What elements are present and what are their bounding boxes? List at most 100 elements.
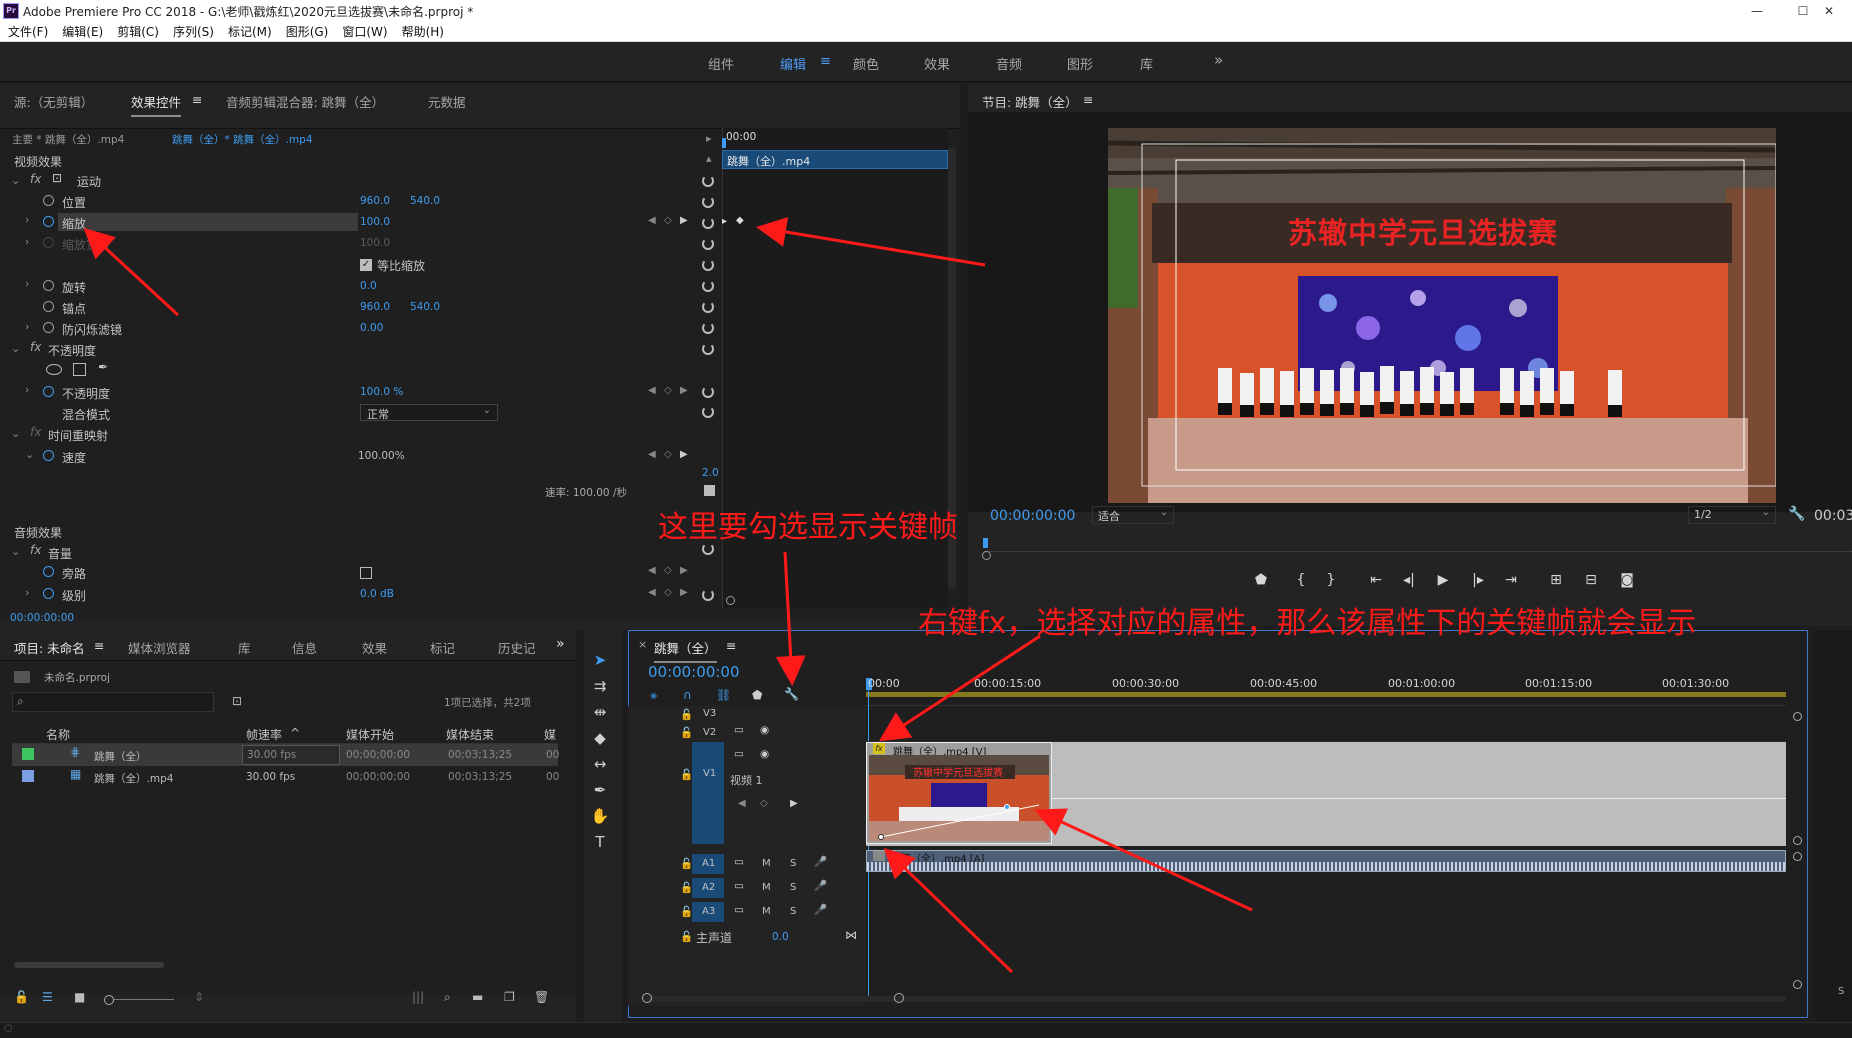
track-select-tool-icon[interactable]: ⇉ (590, 676, 610, 696)
scale-reset-icon[interactable] (702, 217, 714, 229)
scale-stopwatch-icon[interactable] (43, 216, 54, 227)
anchor-x-value[interactable]: 960.0 (360, 301, 390, 313)
video-frame[interactable]: 苏辙中学元旦选拔赛 (1108, 128, 1776, 503)
workspace-menu-icon[interactable]: ≡ (820, 54, 831, 69)
tab-media-browser[interactable]: 媒体浏览器 (128, 638, 191, 657)
uniform-scale-checkbox[interactable]: ✓ (360, 259, 372, 271)
rectangle-mask-icon[interactable] (73, 363, 86, 376)
blend-mode-reset-icon[interactable] (702, 406, 714, 418)
new-bin-icon[interactable]: ▬ (472, 990, 483, 1004)
step-forward-icon[interactable]: |▸ (1467, 572, 1489, 588)
clip-path-sequence[interactable]: 跳舞（全）* 跳舞（全）.mp4 (172, 132, 313, 147)
scroll-up-arrow-icon[interactable]: ▴ (706, 152, 712, 165)
audio-clip-fx-badge[interactable] (873, 851, 885, 861)
tab-project[interactable]: 项目: 未命名 (14, 638, 85, 663)
toggle-sync-lock-icon[interactable]: ▭ (734, 856, 744, 868)
ec-zoom-handle[interactable] (726, 596, 735, 605)
tab-info[interactable]: 信息 (292, 638, 317, 657)
a-scroll-handle-bottom[interactable] (1793, 980, 1802, 989)
program-zoom-handle[interactable] (982, 551, 991, 560)
lock-icon[interactable]: 🔓 (680, 726, 693, 739)
new-item-icon[interactable]: ❐ (504, 990, 515, 1004)
rotation-expand-icon[interactable]: › (25, 277, 29, 290)
mark-in-icon[interactable]: { (1290, 572, 1312, 588)
mute-button[interactable]: M (762, 882, 771, 893)
level-expand-icon[interactable]: › (25, 586, 29, 599)
flicker-value[interactable]: 0.00 (360, 322, 383, 334)
scale-expand-icon[interactable]: › (25, 213, 29, 226)
v-scroll-handle-top[interactable] (1793, 712, 1802, 721)
v1-prev-keyframe-icon[interactable]: ◀ (738, 798, 746, 809)
lift-icon[interactable]: ⊞ (1545, 572, 1567, 588)
workspace-editing[interactable]: 编辑 (780, 54, 806, 73)
label-swatch[interactable] (22, 748, 34, 760)
col-media-start[interactable]: 媒体开始 (346, 726, 394, 743)
meter-solo-label[interactable]: S (1838, 986, 1844, 997)
timeline-tab-title[interactable]: 跳舞（全） (654, 638, 717, 663)
resolution-select[interactable]: 1/2 ⌄ (1688, 506, 1776, 524)
workspace-more-icon[interactable]: » (1214, 51, 1223, 69)
scale-keyframe-1-icon[interactable]: ▸ (722, 216, 727, 227)
menu-sequence[interactable]: 序列(S) (173, 23, 214, 40)
ellipse-mask-icon[interactable] (46, 364, 62, 375)
level-next-keyframe-icon[interactable]: ▶ (680, 587, 688, 598)
status-icon[interactable]: ◌ (4, 1023, 13, 1034)
slip-tool-icon[interactable]: ↔ (590, 754, 610, 774)
speed-prev-keyframe-icon[interactable]: ◀ (648, 449, 656, 460)
anchor-reset-icon[interactable] (702, 301, 714, 313)
toggle-sync-lock-icon[interactable]: ▭ (734, 904, 744, 916)
scale-value[interactable]: 100.0 (360, 216, 390, 228)
label-swatch[interactable] (22, 770, 34, 782)
menu-marker[interactable]: 标记(M) (228, 23, 272, 40)
opacity-reset-icon[interactable] (702, 386, 714, 398)
col-media-end[interactable]: 媒体结束 (446, 726, 494, 743)
flicker-stopwatch-icon[interactable] (43, 322, 54, 333)
level-add-keyframe-icon[interactable]: ◇ (664, 587, 672, 598)
scale-keyframe-2-icon[interactable]: ◆ (736, 215, 744, 226)
snap-nest-icon[interactable]: ⚹ (650, 688, 657, 703)
position-stopwatch-icon[interactable] (43, 195, 54, 206)
tab-effects[interactable]: 效果 (362, 638, 387, 657)
v1-next-keyframe-icon[interactable]: ▶ (790, 798, 798, 809)
scale-add-keyframe-icon[interactable]: ◇ (664, 215, 672, 226)
project-tab-menu-icon[interactable]: ≡ (94, 638, 104, 653)
microphone-icon[interactable]: 🎤 (814, 855, 827, 868)
speed-stopwatch-icon[interactable] (43, 450, 54, 461)
delete-icon[interactable]: 🗑 (534, 990, 549, 1004)
track-v1-target[interactable] (692, 742, 724, 844)
position-y-value[interactable]: 540.0 (410, 195, 440, 207)
sort-icon[interactable]: ⇕ (194, 990, 204, 1004)
track-a2-label[interactable]: A2 (702, 882, 715, 893)
project-hscrollbar[interactable] (14, 962, 164, 968)
scale-next-keyframe-icon[interactable]: ▶ (680, 215, 688, 226)
tab-markers[interactable]: 标记 (430, 638, 455, 657)
eye-icon[interactable]: ◉ (760, 724, 769, 736)
work-area-bar[interactable] (866, 692, 1786, 697)
toggle-sync-lock-icon[interactable]: ▭ (734, 724, 744, 736)
wrench-icon[interactable]: 🔧 (1788, 506, 1805, 522)
lock-icon[interactable]: 🔓 (680, 857, 693, 870)
anchor-y-value[interactable]: 540.0 (410, 301, 440, 313)
flicker-expand-icon[interactable]: › (25, 320, 29, 333)
volume-expand-icon[interactable]: ⌄ (11, 545, 20, 558)
zoom-slider-track[interactable] (114, 999, 174, 1000)
sort-ascending-icon[interactable]: ^ (290, 726, 300, 740)
position-x-value[interactable]: 960.0 (360, 195, 390, 207)
menu-file[interactable]: 文件(F) (8, 23, 48, 40)
hand-tool-icon[interactable]: ✋ (590, 806, 610, 826)
go-to-end-icon[interactable]: ⋈ (845, 928, 857, 942)
volume-fx-badge[interactable]: fx (30, 543, 41, 557)
project-more-icon[interactable]: » (556, 636, 565, 652)
program-monitor-title[interactable]: 节目: 跳舞（全） (982, 92, 1078, 111)
program-scrub-bar[interactable] (984, 538, 1852, 552)
speed-expand-icon[interactable]: ⌄ (25, 448, 34, 461)
opacity-group-expand-icon[interactable]: ⌄ (11, 342, 20, 355)
rotation-reset-icon[interactable] (702, 280, 714, 292)
tab-audio-clip-mixer[interactable]: 音频剪辑混合器: 跳舞（全） (226, 92, 384, 111)
opacity-prev-keyframe-icon[interactable]: ◀ (648, 385, 656, 396)
program-timecode[interactable]: 00:00:00:00 (990, 508, 1075, 524)
go-to-out-icon[interactable]: ⇥ (1500, 572, 1522, 588)
speed-next-keyframe-icon[interactable]: ▶ (680, 449, 688, 460)
program-playhead[interactable] (983, 538, 988, 548)
icon-view-icon[interactable]: ■ (74, 990, 85, 1004)
